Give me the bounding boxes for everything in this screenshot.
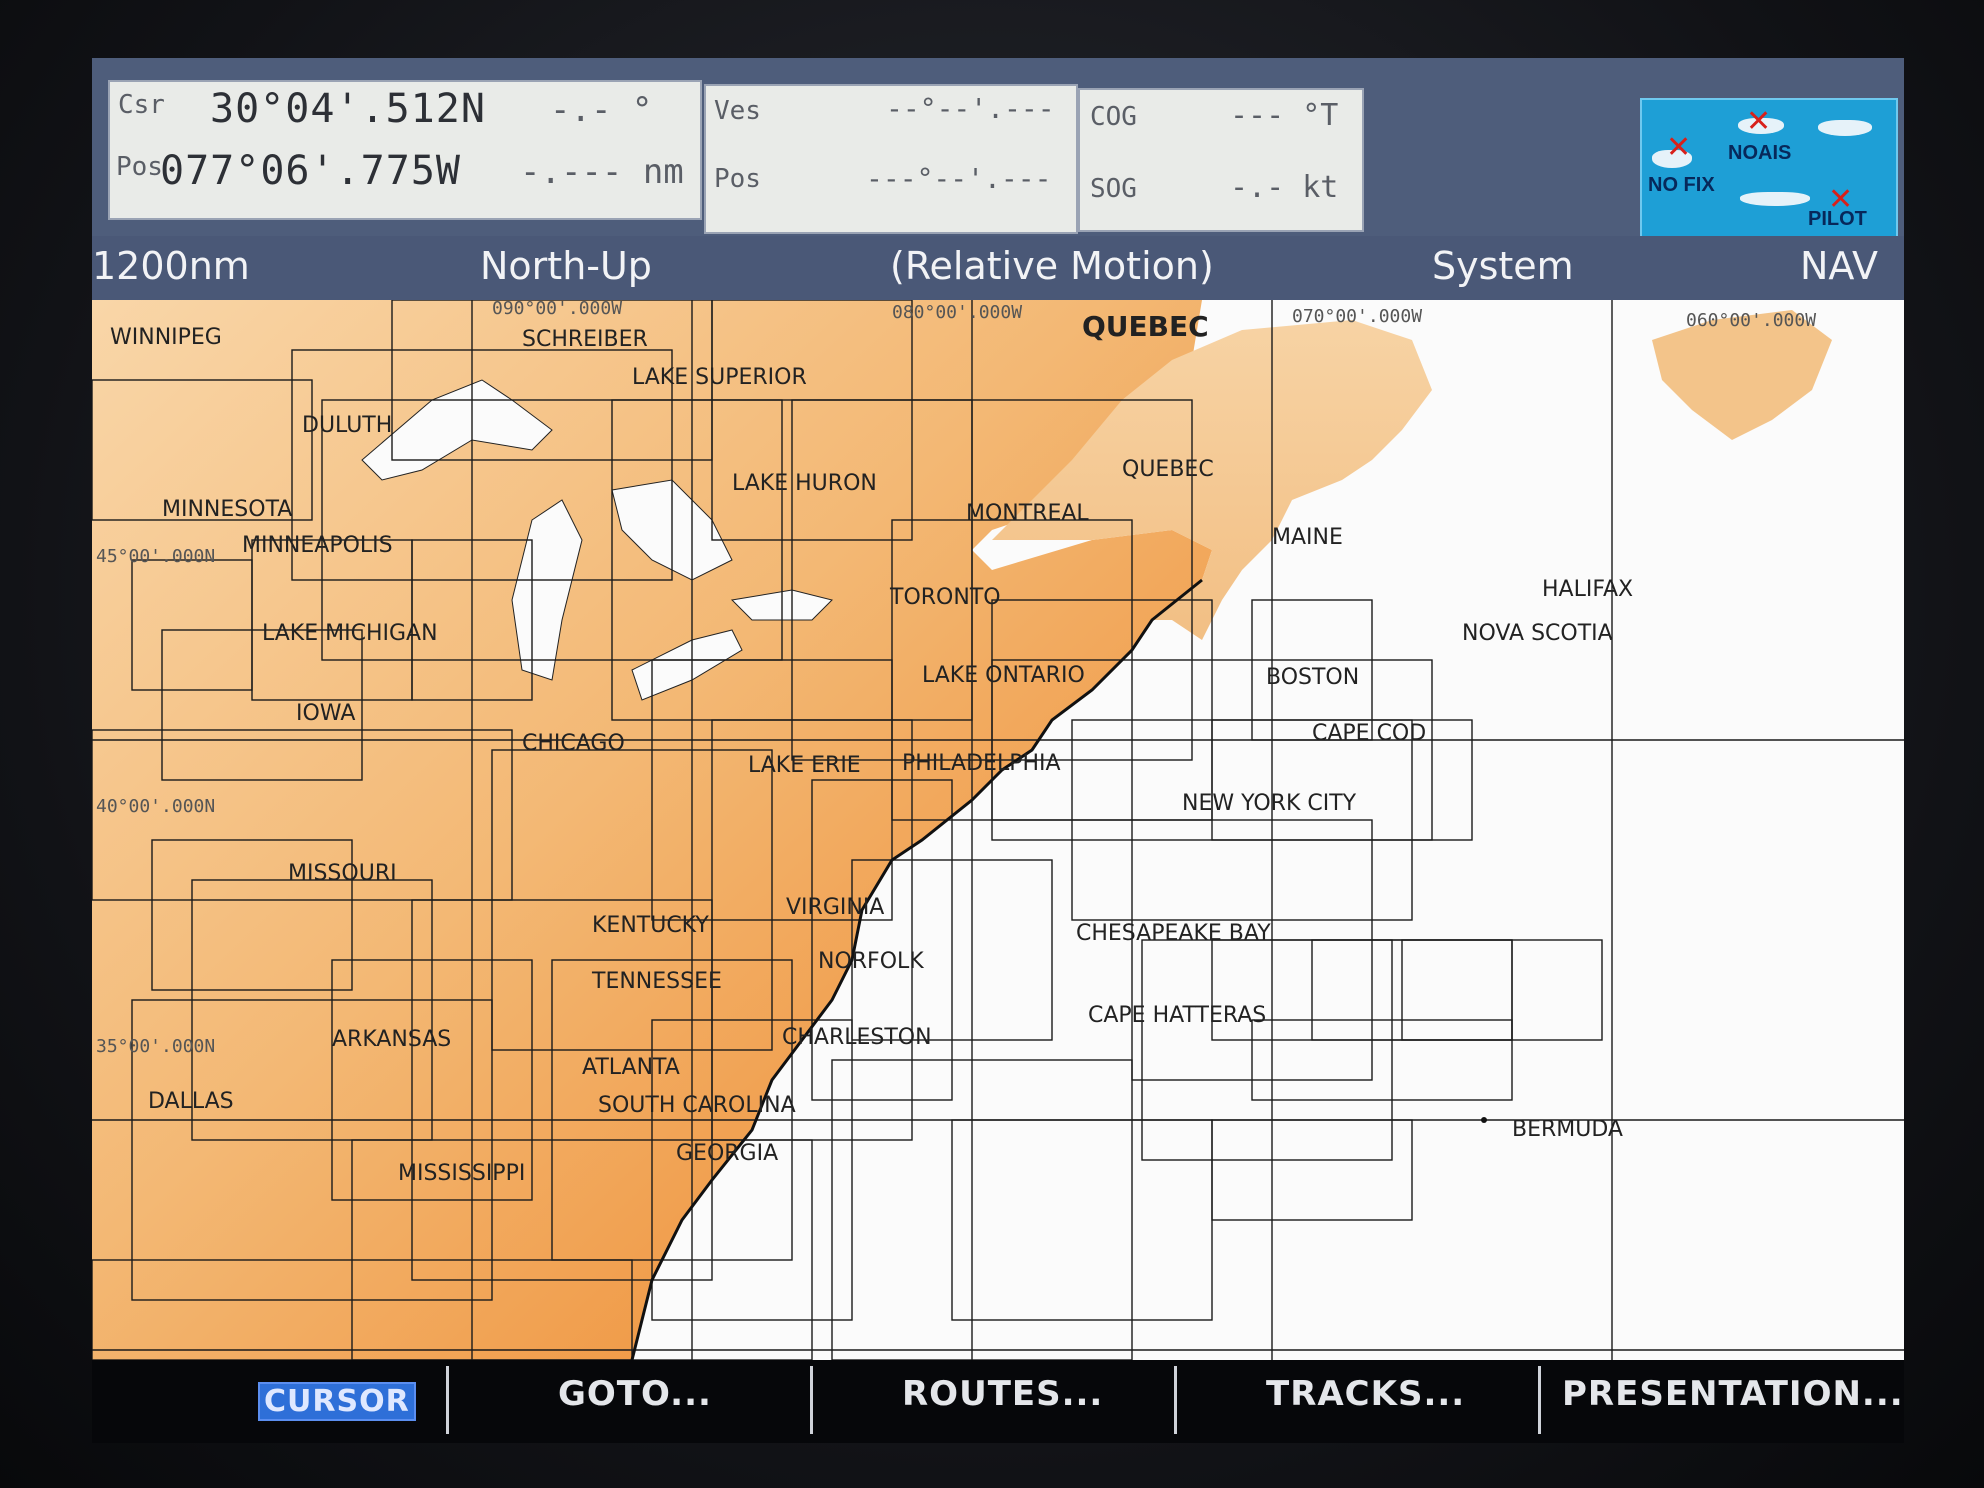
bermuda-marker [1481,1117,1487,1123]
sog-label: SOG [1090,174,1137,204]
status-icons-panel: ✕ NO FIX ✕ NOAIS ✕ PILOT [1640,98,1898,238]
label-mississippi: MISSISSIPPI [398,1161,525,1186]
label-atlanta: ATLANTA [582,1055,680,1080]
motion-mode[interactable]: (Relative Motion) [890,244,1214,288]
cursor-range: -.--- nm [520,152,684,192]
vessel-hull-icon [1740,192,1810,206]
label-chesapeake-bay: CHESAPEAKE BAY [1076,921,1271,946]
softkey-routes[interactable]: ROUTES... [902,1374,1103,1414]
label-kentucky: KENTUCKY [592,913,709,938]
label-iowa: IOWA [296,701,355,726]
label-cape-cod: CAPE COD [1312,721,1426,746]
softkey-cursor[interactable]: CURSOR [258,1382,416,1421]
vessel-position-box: Ves Pos --°--'.--- ---°--'.--- [704,84,1078,234]
ais-x-icon: ✕ [1746,104,1772,139]
chart-area[interactable]: WINNIPEG SCHREIBER QUEBEC LAKE SUPERIOR … [92,298,1904,1361]
nav-mode: NAV [1800,244,1878,288]
label-lake-michigan: LAKE MICHIGAN [262,621,438,646]
label-south-carolina: SOUTH CAROLINA [598,1093,796,1118]
nofix-label: NO FIX [1648,174,1715,196]
pos-label: Pos [116,152,163,182]
softkey-tracks[interactable]: TRACKS... [1266,1374,1465,1414]
label-halifax: HALIFAX [1542,577,1633,602]
label-winnipeg: WINNIPEG [110,325,222,350]
label-georgia: GEORGIA [676,1141,778,1166]
label-missouri: MISSOURI [288,861,397,886]
vessel-longitude: ---°--'.--- [866,162,1052,195]
range-scale[interactable]: 1200nm [92,244,250,288]
cursor-longitude: 077°06'.775W [160,148,461,194]
orientation-mode[interactable]: North-Up [480,244,652,288]
data-strip: Csr Pos 30°04'.512N 077°06'.775W -.- ° -… [92,58,1904,238]
lon-label-080: 080°00'.000W [892,302,1022,323]
label-duluth: DULUTH [302,413,392,438]
lat-label-35: 35°00'.000N [96,1036,215,1057]
pilot-label: PILOT [1808,208,1867,230]
label-montreal: MONTREAL [966,501,1089,526]
softkey-goto[interactable]: GOTO... [558,1374,712,1414]
softkey-presentation[interactable]: PRESENTATION... [1562,1374,1904,1414]
label-schreiber: SCHREIBER [522,327,648,352]
label-nova-scotia: NOVA SCOTIA [1462,621,1613,646]
label-boston: BOSTON [1266,665,1359,690]
label-minneapolis: MINNEAPOLIS [242,533,393,558]
cog-value: --- °T [1230,98,1339,133]
cursor-bearing: -.- ° [550,90,653,130]
system-indicator: System [1432,244,1574,288]
chart-header-bar: 1200nm North-Up (Relative Motion) System… [92,236,1904,300]
cog-label: COG [1090,102,1137,132]
sog-value: -.- kt [1230,170,1339,205]
chartplotter-screen: Csr Pos 30°04'.512N 077°06'.775W -.- ° -… [92,58,1904,1443]
label-quebec-region: QUEBEC [1082,310,1209,343]
label-lake-superior: LAKE SUPERIOR [632,365,807,390]
lat-label-40: 40°00'.000N [96,796,215,817]
softkey-separator [810,1366,813,1434]
ves-pos-label: Pos [714,164,761,194]
label-new-york-city: NEW YORK CITY [1182,791,1357,816]
lon-label-070: 070°00'.000W [1292,306,1422,327]
ves-label: Ves [714,96,761,126]
lon-label-090: 090°00'.000W [492,300,622,319]
label-norfolk: NORFOLK [818,949,924,974]
vessel-latitude: --°--'.--- [886,92,1055,125]
label-philadelphia: PHILADELPHIA [902,751,1061,776]
nofix-x-icon: ✕ [1666,130,1692,165]
label-charleston: CHARLESTON [782,1025,932,1050]
label-chicago: CHICAGO [522,731,625,756]
lat-label-45: 45°00'.000N [96,546,215,567]
label-tennessee: TENNESSEE [591,969,722,994]
label-virginia: VIRGINIA [786,895,884,920]
softkey-separator [446,1366,449,1434]
label-lake-ontario: LAKE ONTARIO [922,663,1085,688]
radar-ship-icon [1818,120,1872,136]
noais-label: NOAIS [1728,142,1792,164]
nautical-chart[interactable]: WINNIPEG SCHREIBER QUEBEC LAKE SUPERIOR … [92,298,1904,1361]
softkey-separator [1538,1366,1541,1434]
softkey-bar: CURSOR GOTO... ROUTES... TRACKS... PRESE… [92,1360,1904,1443]
lon-label-060: 060°00'.000W [1686,310,1816,331]
label-bermuda: BERMUDA [1512,1117,1623,1142]
label-lake-huron: LAKE HURON [732,471,877,496]
label-minnesota: MINNESOTA [162,497,292,522]
label-toronto: TORONTO [889,585,1001,610]
crs-label: Csr [118,90,165,120]
label-arkansas: ARKANSAS [332,1027,451,1052]
cursor-data-box: Csr Pos 30°04'.512N 077°06'.775W -.- ° -… [108,80,702,220]
label-quebec-city: QUEBEC [1122,457,1214,482]
softkey-separator [1174,1366,1177,1434]
label-maine: MAINE [1272,525,1343,550]
label-dallas: DALLAS [148,1089,234,1114]
cursor-latitude: 30°04'.512N [210,86,486,132]
cog-sog-box: COG SOG --- °T -.- kt [1078,88,1364,232]
label-lake-erie: LAKE ERIE [748,753,861,778]
label-cape-hatteras: CAPE HATTERAS [1088,1003,1266,1028]
